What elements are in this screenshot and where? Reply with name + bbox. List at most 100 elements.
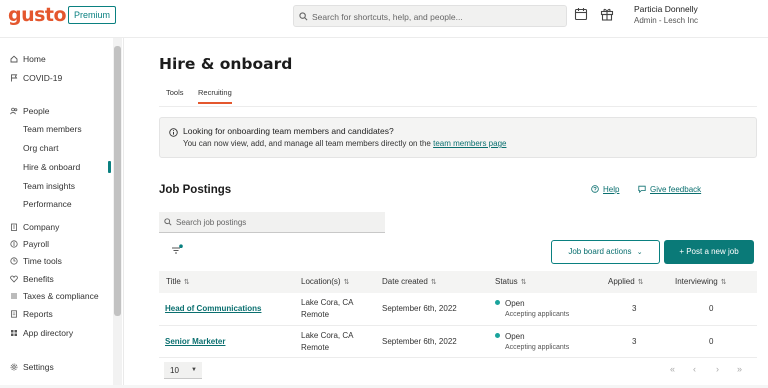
table-header <box>159 271 757 293</box>
sidebar-item-reports[interactable]: Reports <box>10 308 53 320</box>
sidebar-item-app-directory[interactable]: App directory <box>10 327 73 339</box>
feedback-label: Give feedback <box>650 185 702 194</box>
chevron-down-icon: ▼ <box>191 367 197 373</box>
sidebar-item-label: Company <box>23 222 60 232</box>
sidebar-item-label: Settings <box>23 362 54 372</box>
tab-divider <box>159 106 757 107</box>
banner-text: You can now view, add, and manage all te… <box>183 139 506 148</box>
job-title-link[interactable]: Senior Marketer <box>165 337 225 346</box>
job-search-input[interactable]: Search job postings <box>159 212 385 233</box>
column-header-interviewing[interactable]: Interviewing ⇅ <box>675 277 727 286</box>
user-name[interactable]: Particia Donnelly <box>634 4 698 14</box>
grid-icon <box>11 330 17 336</box>
banner-title: Looking for onboarding team members and … <box>183 126 394 136</box>
sidebar-item-people[interactable]: People <box>10 105 49 117</box>
sort-icon: ⇅ <box>183 279 190 286</box>
chat-icon <box>638 185 646 193</box>
column-header-title[interactable]: Title ⇅ <box>166 277 190 286</box>
job-status-label: Open <box>505 299 525 308</box>
job-date-created: September 6th, 2022 <box>382 337 457 346</box>
filter-icon[interactable] <box>171 244 183 256</box>
first-page-icon[interactable]: « <box>670 364 675 374</box>
sidebar-sub-performance[interactable]: Performance <box>23 198 72 210</box>
next-page-icon[interactable]: › <box>716 364 719 374</box>
document-icon <box>11 310 17 318</box>
job-status-label: Open <box>505 332 525 341</box>
job-remote: Remote <box>301 310 330 319</box>
last-page-icon[interactable]: » <box>737 364 742 374</box>
help-label: Help <box>603 185 620 194</box>
help-link[interactable]: Help <box>591 185 619 194</box>
tab-recruiting[interactable]: Recruiting <box>198 88 232 104</box>
job-postings-title: Job Postings <box>159 184 232 196</box>
column-header-location[interactable]: Location(s) ⇅ <box>301 277 349 286</box>
sidebar-item-label: Benefits <box>23 274 54 284</box>
sidebar-sub-hire-onboard[interactable]: Hire & onboard <box>23 161 80 173</box>
home-icon <box>10 55 18 63</box>
sidebar-sub-org-chart[interactable]: Org chart <box>23 142 58 154</box>
job-interviewing-count: 0 <box>709 337 714 346</box>
sidebar-item-label: People <box>23 106 50 116</box>
page-size-select[interactable]: 10 ▼ <box>164 362 202 379</box>
job-status: Open <box>495 299 525 308</box>
sidebar-scrollbar-thumb[interactable] <box>114 46 121 316</box>
status-dot <box>495 300 500 305</box>
global-search-input[interactable]: Search for shortcuts, help, and people..… <box>293 5 567 27</box>
give-feedback-link[interactable]: Give feedback <box>638 185 701 194</box>
job-title-link[interactable]: Head of Communications <box>165 304 261 313</box>
sidebar-item-taxes[interactable]: Taxes & compliance <box>10 290 99 302</box>
column-header-applied[interactable]: Applied ⇅ <box>608 277 644 286</box>
sort-icon: ⇅ <box>520 279 527 286</box>
prev-page-icon[interactable]: ‹ <box>693 364 696 374</box>
sidebar-item-benefits[interactable]: Benefits <box>10 273 54 285</box>
column-status-label: Status <box>495 277 518 286</box>
sidebar-item-home[interactable]: Home <box>10 53 46 65</box>
sidebar-item-covid[interactable]: COVID-19 <box>10 72 62 84</box>
gear-icon <box>10 363 18 371</box>
row-divider <box>159 325 757 326</box>
team-members-page-link[interactable]: team members page <box>433 139 506 148</box>
people-icon <box>10 107 18 115</box>
calendar-icon[interactable] <box>574 7 588 21</box>
column-date-label: Date created <box>382 277 428 286</box>
job-board-actions-button[interactable]: Job board actions ⌄ <box>551 240 660 264</box>
search-icon <box>299 12 308 21</box>
job-location: Lake Cora, CA <box>301 331 354 340</box>
column-title-label: Title <box>166 277 181 286</box>
sidebar-item-company[interactable]: Company <box>10 221 59 233</box>
sidebar-item-time-tools[interactable]: Time tools <box>10 255 62 267</box>
sidebar-item-payroll[interactable]: Payroll <box>10 238 49 250</box>
column-location-label: Location(s) <box>301 277 341 286</box>
job-interviewing-count: 0 <box>709 304 714 313</box>
job-search-placeholder: Search job postings <box>176 218 247 227</box>
gift-icon[interactable] <box>600 7 614 21</box>
premium-badge[interactable]: Premium <box>68 6 117 24</box>
job-status: Open <box>495 332 525 341</box>
job-date-created: September 6th, 2022 <box>382 304 457 313</box>
sort-icon: ⇅ <box>343 279 350 286</box>
column-header-status[interactable]: Status ⇅ <box>495 277 527 286</box>
sidebar-item-label: Payroll <box>23 239 49 249</box>
job-status-sub: Accepting applicants <box>505 311 570 318</box>
page-size-value: 10 <box>170 366 179 375</box>
tab-tools[interactable]: Tools <box>166 88 184 104</box>
gusto-logo[interactable]: gusto <box>8 4 67 26</box>
sidebar-item-settings[interactable]: Settings <box>10 361 54 373</box>
help-icon <box>591 185 599 193</box>
post-new-job-button[interactable]: + Post a new job <box>664 240 754 264</box>
sidebar-item-label: Taxes & compliance <box>23 291 99 301</box>
sidebar-sub-team-insights[interactable]: Team insights <box>23 180 75 192</box>
column-header-date-created[interactable]: Date created ⇅ <box>382 277 437 286</box>
sidebar-item-label: COVID-19 <box>23 73 63 83</box>
job-board-actions-label: Job board actions <box>568 247 632 256</box>
sidebar-sub-team-members[interactable]: Team members <box>23 123 82 135</box>
sort-icon: ⇅ <box>637 279 644 286</box>
clock-icon <box>10 257 18 265</box>
job-remote: Remote <box>301 343 330 352</box>
sidebar-active-indicator <box>108 161 111 173</box>
global-search-placeholder: Search for shortcuts, help, and people..… <box>312 12 463 22</box>
sidebar-item-label: Home <box>23 54 46 64</box>
column-interviewing-label: Interviewing <box>675 277 718 286</box>
banner-body: You can now view, add, and manage all te… <box>183 139 431 148</box>
job-location: Lake Cora, CA <box>301 298 354 307</box>
